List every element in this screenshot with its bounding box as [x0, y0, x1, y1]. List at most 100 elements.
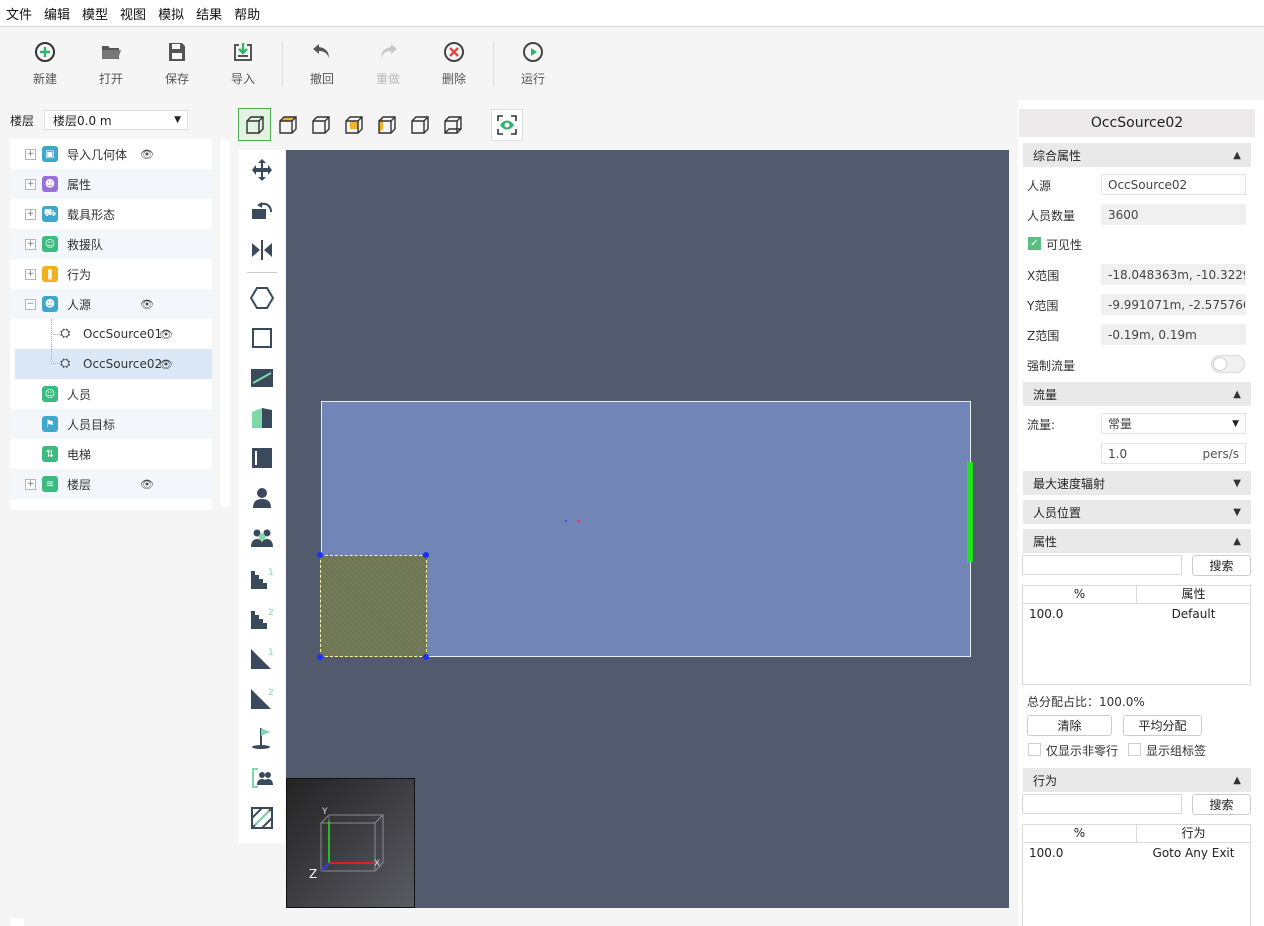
eye-icon[interactable]: 👁 [140, 148, 154, 161]
table-row[interactable]: 100.0 Default [1023, 604, 1250, 624]
section-attributes-header[interactable]: 属性 ▲ [1023, 529, 1251, 553]
eye-icon[interactable]: 👁 [159, 328, 173, 341]
expand-icon[interactable]: + [25, 478, 36, 490]
redo-button[interactable]: 重做 [355, 34, 421, 94]
section-position-header[interactable]: 人员位置 ▼ [1023, 500, 1251, 524]
tree-item-occupant-target[interactable]: ⚑ 人员目标 [10, 409, 212, 439]
delete-button[interactable]: 删除 [421, 34, 487, 94]
tree-item-occupant-source[interactable]: − ☻ 人源 👁 [10, 289, 212, 319]
attribute-search-input[interactable] [1022, 555, 1182, 575]
view-left-button[interactable] [370, 108, 403, 141]
expand-icon[interactable]: + [25, 208, 36, 220]
selection-handle[interactable] [423, 552, 429, 558]
occupant-count-field[interactable]: 3600 [1101, 204, 1246, 225]
tree-item-elevator[interactable]: ⇅ 电梯 [10, 439, 212, 469]
occupant-source-tool[interactable] [239, 758, 285, 798]
tree-item-occsource01[interactable]: ⛭ OccSource01 👁 [10, 319, 212, 349]
target-tool[interactable] [239, 718, 285, 758]
menu-file[interactable]: 文件 [6, 4, 32, 23]
average-distribute-button[interactable]: 平均分配 [1123, 715, 1202, 736]
flow-mode-dropdown[interactable]: 常量 ▼ [1101, 413, 1246, 434]
expand-icon[interactable]: + [25, 268, 36, 280]
view-back-button[interactable] [337, 108, 370, 141]
polygon-tool[interactable] [239, 278, 285, 318]
tree-item-occsource02[interactable]: ⛭ OccSource02 👁 [15, 349, 212, 379]
add-group-tool[interactable] [239, 518, 285, 558]
region-tool[interactable] [239, 798, 285, 838]
clear-button[interactable]: 清除 [1027, 715, 1112, 736]
exit-door[interactable] [967, 462, 973, 562]
tree-scrollbar[interactable] [220, 139, 230, 507]
selection-handle[interactable] [317, 552, 323, 558]
group-tags-checkbox[interactable] [1128, 743, 1141, 756]
section-behavior-header[interactable]: 行为 ▲ [1023, 768, 1251, 792]
move-tool[interactable] [239, 150, 285, 190]
mirror-tool[interactable] [239, 230, 285, 270]
source-name-field[interactable]: OccSource02 [1101, 174, 1246, 195]
menu-results[interactable]: 结果 [196, 4, 222, 23]
tree-item-occupants[interactable]: ☺ 人员 [10, 379, 212, 409]
tree-item-behavior[interactable]: + ❚ 行为 [10, 259, 212, 289]
stairs-2-tool[interactable]: 2 [239, 598, 285, 638]
section-flow-header[interactable]: 流量 ▲ [1023, 382, 1251, 406]
wall-tool[interactable] [239, 398, 285, 438]
section-general-header[interactable]: 综合属性 ▲ [1023, 143, 1251, 167]
rotate-tool[interactable] [239, 190, 285, 230]
rectangle-tool[interactable] [239, 318, 285, 358]
behavior-search-button[interactable]: 搜索 [1192, 794, 1251, 815]
view-top-button[interactable] [271, 108, 304, 141]
run-button[interactable]: 运行 [500, 34, 566, 94]
force-flow-toggle[interactable] [1211, 355, 1245, 373]
menu-model[interactable]: 模型 [82, 4, 108, 23]
xrange-field[interactable]: -18.048363m, -10.322915 [1101, 264, 1246, 285]
view-front-button[interactable] [304, 108, 337, 141]
cell-attribute[interactable]: Default [1137, 607, 1250, 621]
expand-icon[interactable]: + [25, 238, 36, 250]
add-person-tool[interactable] [239, 478, 285, 518]
new-button[interactable]: 新建 [12, 34, 78, 94]
view-right-button[interactable] [403, 108, 436, 141]
stairs-1-tool[interactable]: 1 [239, 558, 285, 598]
collapse-icon[interactable]: − [25, 298, 36, 310]
eye-icon[interactable]: 👁 [159, 358, 173, 371]
column-header-behavior[interactable]: 行为 [1137, 825, 1250, 842]
undo-button[interactable]: 撤回 [289, 34, 355, 94]
nonzero-only-checkbox[interactable] [1028, 743, 1041, 756]
column-header-percent[interactable]: % [1023, 586, 1137, 603]
door-tool[interactable] [239, 358, 285, 398]
visible-checkbox[interactable]: ✓ [1028, 237, 1041, 250]
menu-help[interactable]: 帮助 [234, 4, 260, 23]
view-3d-button[interactable] [238, 108, 271, 141]
tree-item-rescue-team[interactable]: + ☺ 救援队 [10, 229, 212, 259]
cell-percent[interactable]: 100.0 [1023, 607, 1137, 621]
menu-edit[interactable]: 编辑 [44, 4, 70, 23]
occupant-source-region[interactable] [320, 555, 427, 657]
tree-item-vehicle[interactable]: + ⛟ 载具形态 [10, 199, 212, 229]
flow-rate-field[interactable]: 1.0 pers/s [1101, 443, 1246, 464]
section-max-speed-header[interactable]: 最大速度辐射 ▼ [1023, 471, 1251, 495]
expand-icon[interactable]: + [25, 178, 36, 190]
yrange-field[interactable]: -9.991071m, -2.5757668m [1101, 294, 1246, 315]
menu-simulate[interactable]: 模拟 [158, 4, 184, 23]
visibility-toggle-button[interactable] [491, 108, 523, 141]
behavior-search-input[interactable] [1022, 794, 1182, 814]
menu-view[interactable]: 视图 [120, 4, 146, 23]
obstacle-tool[interactable] [239, 438, 285, 478]
cell-percent[interactable]: 100.0 [1023, 846, 1137, 860]
cell-behavior[interactable]: Goto Any Exit [1137, 846, 1250, 860]
selection-handle[interactable] [317, 654, 323, 660]
import-button[interactable]: 导入 [210, 34, 276, 94]
tree-item-import-geometry[interactable]: + ▣ 导入几何体 👁 [10, 139, 212, 169]
table-row[interactable]: 100.0 Goto Any Exit [1023, 843, 1250, 863]
open-button[interactable]: 打开 [78, 34, 144, 94]
eye-icon[interactable]: 👁 [140, 478, 154, 491]
view-bottom-button[interactable] [436, 108, 469, 141]
zrange-field[interactable]: -0.19m, 0.19m [1101, 324, 1246, 345]
model-viewport[interactable]: Y X Z [286, 150, 1009, 908]
tree-item-floors[interactable]: + ≋ 楼层 👁 [10, 469, 212, 499]
expand-icon[interactable]: + [25, 148, 36, 160]
ramp-1-tool[interactable]: 1 [239, 638, 285, 678]
column-header-percent[interactable]: % [1023, 825, 1137, 842]
selection-handle[interactable] [423, 654, 429, 660]
save-button[interactable]: 保存 [144, 34, 210, 94]
